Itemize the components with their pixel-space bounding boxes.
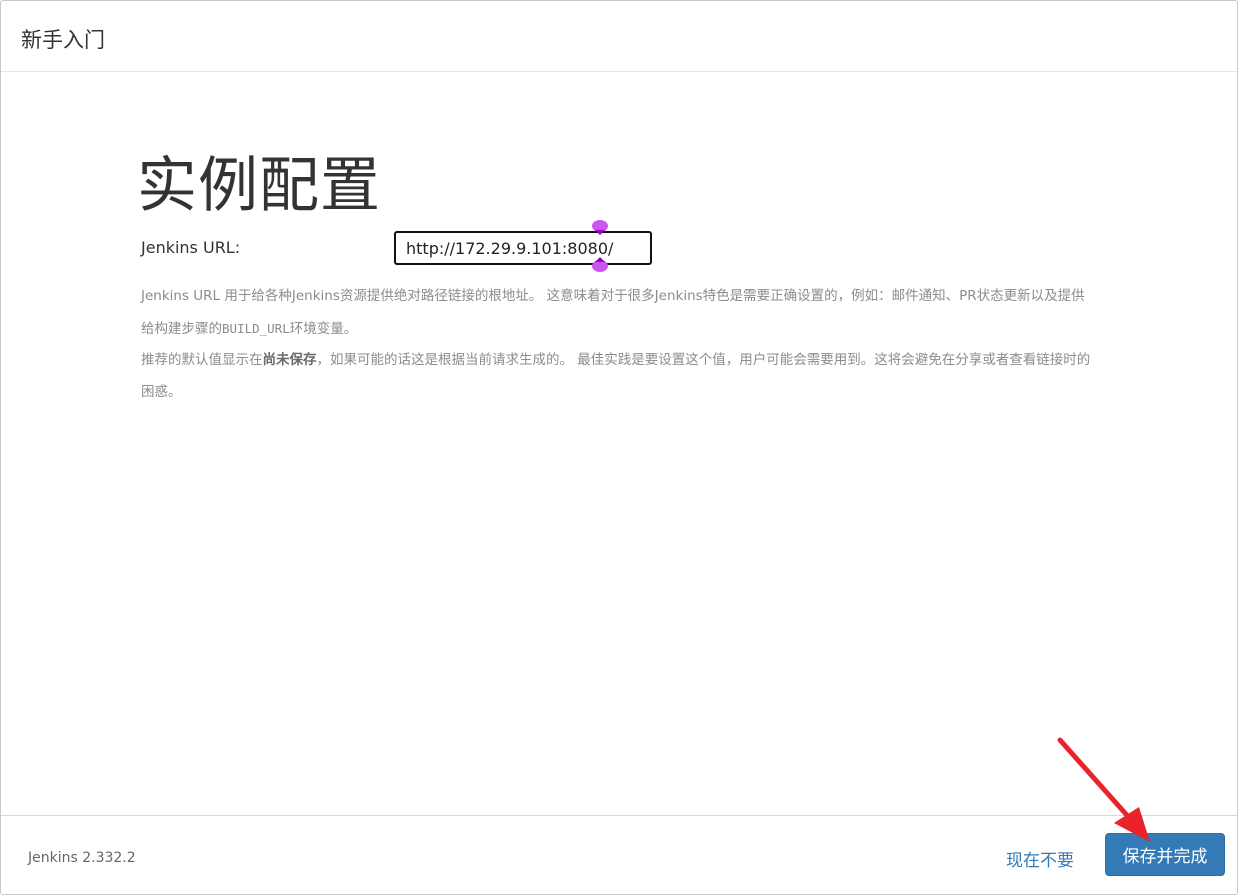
help-paragraph-1: Jenkins URL 用于给各种Jenkins资源提供绝对路径链接的根地址。 … <box>141 288 1085 337</box>
save-and-finish-button[interactable]: 保存并完成 <box>1105 833 1225 876</box>
help-paragraph-2: 推荐的默认值显示在尚未保存，如果可能的话这是根据当前请求生成的。 最佳实践是要设… <box>141 352 1091 400</box>
jenkins-version: Jenkins 2.332.2 <box>28 850 136 866</box>
url-help-text: Jenkins URL 用于给各种Jenkins资源提供绝对路径链接的根地址。 … <box>141 281 1096 408</box>
setup-wizard-dialog: 新手入门 实例配置 Jenkins URL: Jenkins URL 用于给各种… <box>0 0 1238 895</box>
jenkins-url-label: Jenkins URL: <box>141 238 241 257</box>
jenkins-url-input[interactable] <box>394 231 652 265</box>
build-url-code: BUILD_URL <box>222 320 290 336</box>
dialog-header: 新手入门 <box>1 1 1237 72</box>
dialog-footer: Jenkins 2.332.2 现在不要 保存并完成 <box>1 815 1237 895</box>
text-cursor-point-bottom <box>595 257 605 262</box>
text-cursor-point-top <box>595 230 605 235</box>
skip-link[interactable]: 现在不要 <box>1006 846 1074 871</box>
page-title: 实例配置 <box>137 151 381 221</box>
header-title: 新手入门 <box>21 28 105 52</box>
not-saved-emphasis: 尚未保存 <box>262 352 317 368</box>
